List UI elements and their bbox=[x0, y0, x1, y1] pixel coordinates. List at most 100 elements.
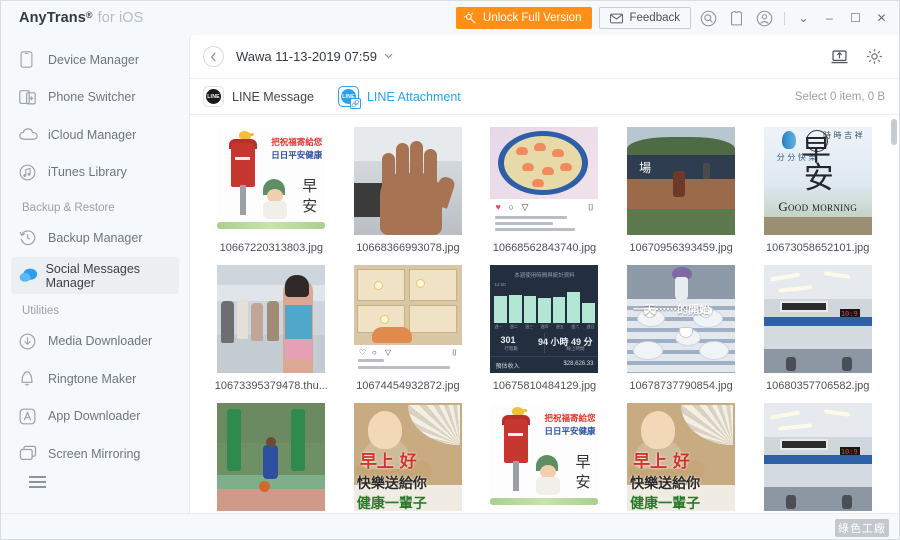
scrollbar-track[interactable] bbox=[889, 115, 899, 513]
caption-line bbox=[357, 359, 384, 362]
thumb-text-line2: 日日平安健康 bbox=[544, 427, 596, 437]
maximize-button[interactable]: ☐ bbox=[846, 9, 865, 28]
thumbnail-image: 早上 好 快樂送給你 健康一輩子 bbox=[627, 403, 736, 511]
person bbox=[251, 303, 264, 341]
mailbox-body bbox=[231, 143, 256, 187]
bookmark-icon: ⌷ bbox=[588, 202, 594, 212]
feedback-button[interactable]: Feedback bbox=[599, 7, 691, 29]
shirt-icon[interactable] bbox=[726, 8, 747, 29]
minimize-button[interactable]: – bbox=[820, 9, 839, 28]
bookmark-icon: ⌷ bbox=[452, 348, 457, 357]
person bbox=[785, 357, 796, 371]
green-pillar bbox=[291, 409, 306, 471]
fielder bbox=[673, 171, 686, 197]
sidebar-item-label: App Downloader bbox=[48, 409, 141, 424]
gear-icon[interactable] bbox=[864, 46, 885, 67]
sidebar-item-icloud-manager[interactable]: iCloud Manager bbox=[11, 116, 179, 154]
attachment-item[interactable] bbox=[208, 403, 335, 513]
thumb-text-goodmorning: Good morning bbox=[778, 199, 858, 214]
swimsuit-top bbox=[285, 305, 313, 339]
tab-line-attachment[interactable]: LINE 🔗 LINE Attachment bbox=[337, 86, 461, 109]
watermark: 綠色工廠 bbox=[835, 519, 889, 537]
attachment-item[interactable]: 早上 好 快樂送給你 健康一輩子 bbox=[618, 403, 745, 513]
thumb-text-line1: 把祝福寄給您 bbox=[544, 414, 596, 424]
thumbnail[interactable] bbox=[217, 403, 326, 511]
thumbnail[interactable]: 一天⋯⋯的開始 bbox=[627, 265, 736, 373]
sidebar-item-phone-switcher[interactable]: Phone Switcher bbox=[11, 79, 179, 117]
thumbnail[interactable] bbox=[217, 265, 326, 373]
tab-line-message[interactable]: LINE LINE Message bbox=[203, 86, 314, 107]
thumbnail[interactable]: 場 bbox=[627, 127, 736, 235]
plate bbox=[699, 341, 730, 360]
thumbnail[interactable]: 把祝福寄給您 日日平安健康 早 安 bbox=[217, 127, 326, 235]
sidebar: Device Manager Phone Switcher iCloud Man… bbox=[1, 35, 189, 513]
scrollbar-thumb[interactable] bbox=[891, 119, 897, 145]
thumbnail-image: 10:9 bbox=[763, 265, 872, 373]
attachment-item[interactable]: ♥ ○ ▽ ⌷ 10668562843740.jpg bbox=[481, 127, 608, 265]
boy-body bbox=[263, 445, 279, 479]
thumbnail[interactable]: ♡ ○ ▽ ⌷ bbox=[353, 265, 462, 373]
mailbox-body bbox=[504, 419, 529, 463]
caption-line bbox=[495, 228, 576, 231]
attachment-item[interactable]: 分 分 快 樂 時 時 吉 祥 早 安 Good morning 1067305… bbox=[754, 127, 881, 265]
thumbnail[interactable]: 早上 好 快樂送給你 健康一輩子 bbox=[353, 403, 462, 511]
display-board bbox=[779, 301, 828, 312]
attachment-item[interactable]: 10:9 bbox=[754, 403, 881, 513]
attachment-filename: 10675810484129.jpg bbox=[492, 380, 597, 392]
sidebar-item-screen-mirroring[interactable]: Screen Mirroring bbox=[11, 435, 179, 473]
chevron-down-icon[interactable] bbox=[384, 52, 393, 61]
attachment-item[interactable]: 把祝福寄給您 日日平安健康 早 安 10667220313803.jpg bbox=[208, 127, 335, 265]
sidebar-item-device-manager[interactable]: Device Manager bbox=[11, 41, 179, 79]
thumbnail[interactable]: 分 分 快 樂 時 時 吉 祥 早 安 Good morning bbox=[763, 127, 872, 235]
attachment-item[interactable]: 10668366993078.jpg bbox=[345, 127, 472, 265]
thumbnail[interactable]: 10:9 bbox=[763, 265, 872, 373]
attachment-item[interactable]: ♡ ○ ▽ ⌷ 10674454932872.jpg bbox=[345, 265, 472, 403]
person bbox=[785, 495, 796, 509]
sidebar-item-backup-manager[interactable]: Backup Manager bbox=[11, 219, 179, 257]
breadcrumb[interactable]: Wawa 11-13-2019 07:59 bbox=[236, 49, 393, 64]
thumbnail[interactable]: 本週使用時間與統計資料 12:00 週一 週二 週三 週四 週五 週六 週日 3… bbox=[490, 265, 599, 373]
account-icon[interactable] bbox=[754, 8, 775, 29]
thumbnail-image: 把祝福寄給您 日日平安健康 早 安 bbox=[217, 127, 326, 235]
attachment-item[interactable]: 10673395379478.thu... bbox=[208, 265, 335, 403]
thumbnail[interactable]: 10:9 bbox=[763, 403, 872, 511]
stats-value-1: 301 bbox=[500, 335, 516, 345]
export-to-computer-icon[interactable] bbox=[829, 46, 850, 67]
girl-body bbox=[536, 477, 561, 495]
attachment-item[interactable]: 10:9 10680357706582.jpg bbox=[754, 265, 881, 403]
chevron-down-icon[interactable]: ⌄ bbox=[794, 9, 813, 28]
attachment-filename: 10680357706582.jpg bbox=[765, 380, 870, 392]
sidebar-item-ringtone-maker[interactable]: Ringtone Maker bbox=[11, 360, 179, 398]
sidebar-item-itunes-library[interactable]: iTunes Library bbox=[11, 154, 179, 192]
mailbox-slot bbox=[508, 433, 524, 436]
search-icon[interactable] bbox=[698, 8, 719, 29]
thumbnail[interactable]: 把祝福寄給您 日日平安健康 早 安 bbox=[490, 403, 599, 511]
display-board bbox=[779, 439, 828, 450]
unlock-full-version-button[interactable]: Unlock Full Version bbox=[456, 7, 593, 29]
thumbnail[interactable]: ♥ ○ ▽ ⌷ bbox=[490, 127, 599, 235]
back-button[interactable] bbox=[203, 46, 224, 67]
thumb-text-breakfast: 一天⋯⋯的開始 bbox=[633, 303, 711, 316]
brand-name: AnyTrans bbox=[19, 10, 86, 26]
thumb-text-line2: 健康一輩子 bbox=[356, 496, 427, 511]
sidebar-item-social-messages-manager[interactable]: Social Messages Manager bbox=[11, 256, 179, 295]
unlock-label: Unlock Full Version bbox=[483, 12, 582, 24]
attachment-filename: 10678737790854.jpg bbox=[629, 380, 733, 392]
attachment-item[interactable]: 場 10670956393459.jpg bbox=[618, 127, 745, 265]
attachment-item[interactable]: 把祝福寄給您 日日平安健康 早 安 bbox=[481, 403, 608, 513]
close-button[interactable]: ✕ bbox=[872, 9, 891, 28]
hamburger-icon[interactable] bbox=[1, 473, 189, 514]
attachment-item[interactable]: 本週使用時間與統計資料 12:00 週一 週二 週三 週四 週五 週六 週日 3… bbox=[481, 265, 608, 403]
baby-monk bbox=[641, 411, 676, 449]
food-photo bbox=[490, 127, 599, 199]
sidebar-item-app-downloader[interactable]: App Downloader bbox=[11, 397, 179, 435]
appstore-icon bbox=[19, 408, 45, 425]
attachment-item[interactable]: 一天⋯⋯的開始 10678737790854.jpg bbox=[618, 265, 745, 403]
line-message-icon: LINE bbox=[203, 86, 224, 107]
thumbnail[interactable] bbox=[353, 127, 462, 235]
sidebar-item-media-downloader[interactable]: Media Downloader bbox=[11, 322, 179, 360]
thumbnail[interactable]: 早上 好 快樂送給你 健康一輩子 bbox=[627, 403, 736, 511]
attachment-filename: 10673058652101.jpg bbox=[765, 242, 870, 254]
attachment-item[interactable]: 早上 好 快樂送給你 健康一輩子 bbox=[345, 403, 472, 513]
thumb-text-line2: 日日平安健康 bbox=[271, 151, 323, 161]
